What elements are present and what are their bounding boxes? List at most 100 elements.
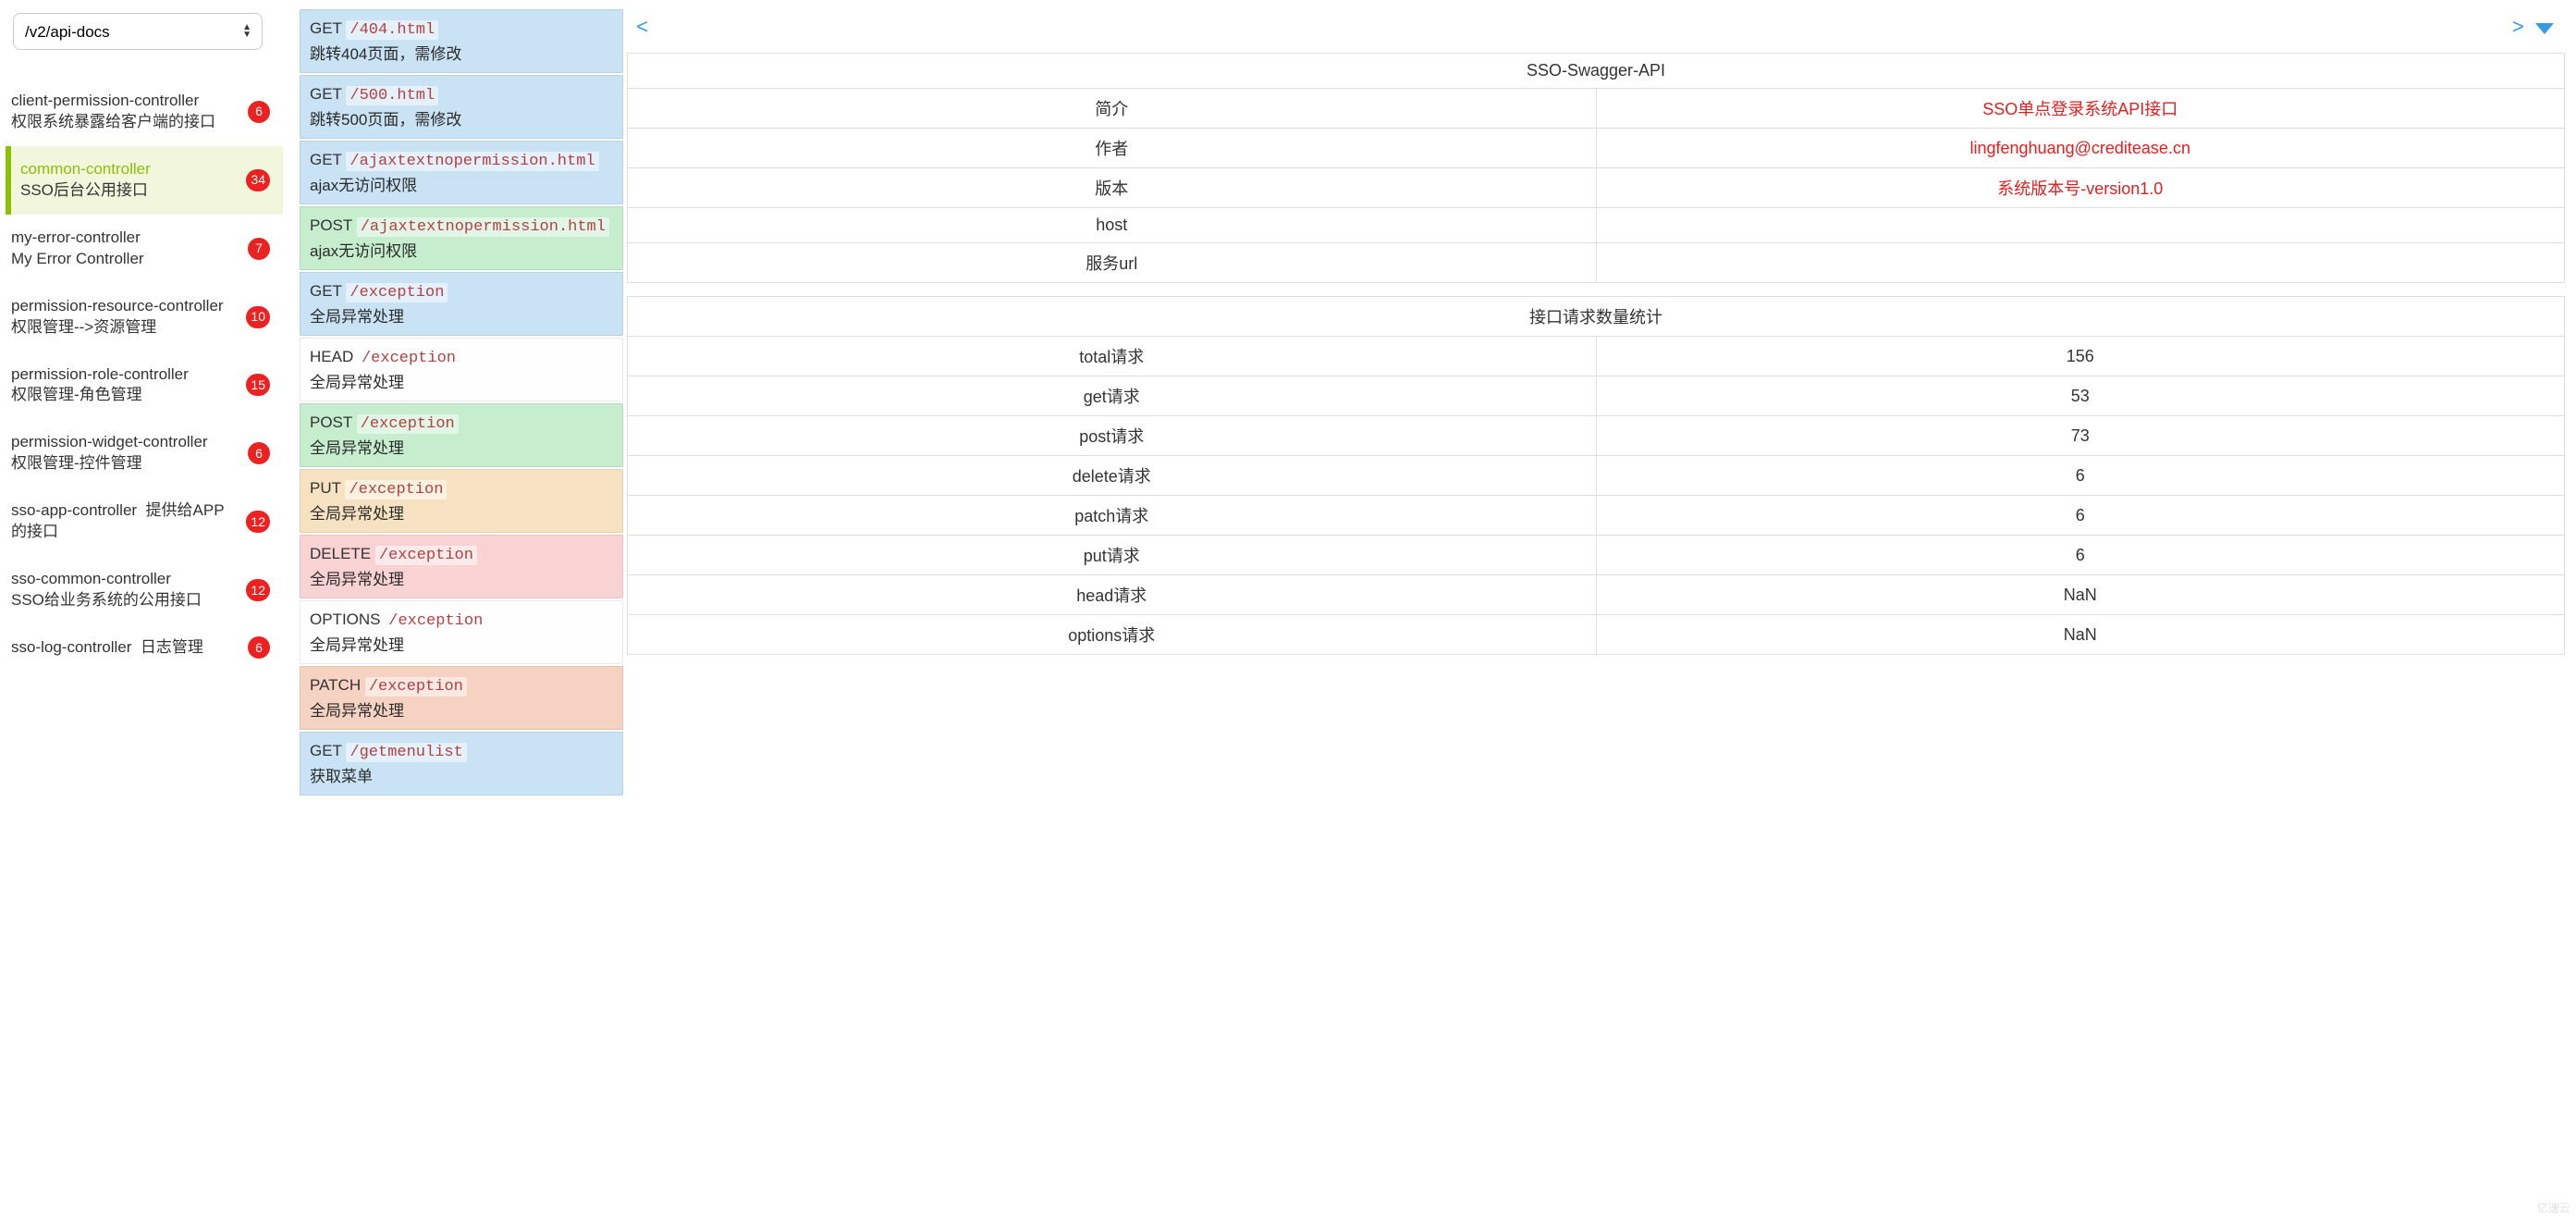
endpoint-item[interactable]: GET /exception 全局异常处理	[300, 272, 623, 336]
stats-value: NaN	[1596, 575, 2565, 615]
controller-desc: 日志管理	[141, 638, 203, 656]
http-method: GET	[310, 19, 342, 37]
api-info-table: SSO-Swagger-API 简介SSO单点登录系统API接口作者lingfe…	[627, 53, 2565, 283]
table-row: 服务url	[628, 243, 2565, 283]
endpoint-item[interactable]: DELETE /exception全局异常处理	[300, 535, 623, 598]
controller-item[interactable]: permission-resource-controller权限管理-->资源管…	[6, 283, 283, 352]
endpoint-item[interactable]: POST /ajaxtextnopermission.htmlajax无访问权限	[300, 206, 623, 270]
controller-item[interactable]: sso-app-controller 提供给APP的接口12	[6, 487, 283, 556]
endpoint-path: /exception	[385, 611, 486, 631]
controller-desc: 权限系统暴露给客户端的接口	[11, 112, 237, 133]
http-method: PATCH	[310, 676, 361, 694]
endpoint-desc: 全局异常处理	[310, 568, 613, 592]
controller-desc: SSO后台公用接口	[20, 180, 237, 202]
endpoint-item[interactable]: GET /ajaxtextnopermission.htmlajax无访问权限	[300, 141, 623, 204]
http-method: GET	[310, 282, 342, 300]
controller-desc: 权限管理-角色管理	[11, 385, 237, 406]
http-method: POST	[310, 413, 352, 431]
next-button[interactable]: >	[2512, 17, 2524, 40]
table-row: get请求53	[628, 376, 2565, 416]
api-docs-select[interactable]: /v2/api-docs	[13, 13, 263, 50]
endpoint-desc: ajax无访问权限	[310, 174, 613, 198]
http-method: OPTIONS	[310, 610, 381, 628]
info-value	[1596, 243, 2565, 283]
endpoint-desc: 全局异常处理	[310, 305, 613, 329]
endpoint-path: /404.html	[346, 20, 438, 40]
stats-label: put请求	[628, 536, 1597, 575]
http-method: PUT	[310, 479, 341, 497]
detail-toolbar: < >	[627, 11, 2565, 53]
endpoint-item[interactable]: GET /500.html跳转500页面，需修改	[300, 75, 623, 139]
endpoint-desc: 跳转404页面，需修改	[310, 43, 613, 67]
controller-item[interactable]: permission-role-controller权限管理-角色管理 15	[6, 352, 283, 420]
table-row: 简介SSO单点登录系统API接口	[628, 89, 2565, 129]
controller-desc: 权限管理-->资源管理	[11, 317, 237, 339]
detail-toolbar-right: >	[2512, 17, 2554, 40]
info-label: 作者	[628, 129, 1597, 168]
stats-label: post请求	[628, 416, 1597, 456]
detail-panel: < > SSO-Swagger-API 简介SSO单点登录系统API接口作者li…	[623, 0, 2576, 1221]
endpoint-desc: 获取菜单	[310, 765, 613, 789]
stats-label: options请求	[628, 615, 1597, 655]
table-row: options请求NaN	[628, 615, 2565, 655]
endpoint-path: /500.html	[346, 86, 438, 105]
table-row: put请求6	[628, 536, 2565, 575]
endpoint-path: /exception	[358, 349, 460, 368]
controller-name: my-error-controller	[11, 228, 237, 249]
controller-name: client-permission-controller	[11, 91, 237, 112]
controller-item[interactable]: permission-widget-controller权限管理-控件管理6	[6, 419, 283, 487]
api-docs-select-wrap: /v2/api-docs ▲▼	[13, 13, 263, 50]
controller-item[interactable]: client-permission-controller权限系统暴露给客户端的接…	[6, 78, 283, 146]
controller-item[interactable]: sso-log-controller 日志管理 6	[6, 624, 283, 672]
table-row: 版本系统版本号-version1.0	[628, 168, 2565, 208]
controller-name: sso-log-controller	[11, 638, 131, 656]
endpoint-item[interactable]: HEAD /exception 全局异常处理	[300, 338, 623, 401]
stats-value: NaN	[1596, 615, 2565, 655]
count-badge: 12	[246, 511, 270, 533]
controller-item[interactable]: common-controllerSSO后台公用接口34	[6, 146, 283, 215]
endpoint-desc: 全局异常处理	[310, 371, 613, 395]
info-value: 系统版本号-version1.0	[1596, 168, 2565, 208]
endpoint-item[interactable]: GET /404.html 跳转404页面，需修改	[300, 9, 623, 73]
endpoint-item[interactable]: PUT /exception全局异常处理	[300, 469, 623, 533]
info-label: host	[628, 208, 1597, 243]
table-row: post请求73	[628, 416, 2565, 456]
table-row: 作者lingfenghuang@creditease.cn	[628, 129, 2565, 168]
endpoint-path: /exception	[346, 283, 448, 302]
table-row: patch请求6	[628, 496, 2565, 536]
stats-value: 6	[1596, 536, 2565, 575]
info-label: 版本	[628, 168, 1597, 208]
stats-value: 73	[1596, 416, 2565, 456]
count-badge: 15	[246, 374, 270, 396]
controller-list: client-permission-controller权限系统暴露给客户端的接…	[13, 78, 296, 672]
controller-name: permission-widget-controller	[11, 432, 237, 453]
controller-desc: SSO给业务系统的公用接口	[11, 590, 237, 611]
count-badge: 10	[246, 306, 270, 328]
endpoint-desc: ajax无访问权限	[310, 240, 613, 264]
controller-name: sso-app-controller	[11, 501, 137, 519]
count-badge: 6	[248, 636, 270, 659]
endpoints-panel: GET /404.html 跳转404页面，需修改 GET /500.html跳转5…	[300, 0, 623, 1221]
controller-name: sso-common-controller	[11, 569, 237, 590]
http-method: GET	[310, 742, 342, 759]
http-method: GET	[310, 85, 342, 103]
controller-name: permission-role-controller	[11, 364, 237, 386]
info-value: SSO单点登录系统API接口	[1596, 89, 2565, 129]
http-method: GET	[310, 151, 342, 168]
endpoint-item[interactable]: PATCH /exception全局异常处理	[300, 666, 623, 730]
endpoint-item[interactable]: OPTIONS /exception全局异常处理	[300, 600, 623, 664]
table-row: host	[628, 208, 2565, 243]
controller-name: common-controller	[20, 159, 237, 180]
sidebar: /v2/api-docs ▲▼ client-permission-contro…	[0, 0, 300, 1221]
endpoint-item[interactable]: GET /getmenulist获取菜单	[300, 732, 623, 796]
stats-header: 接口请求数量统计	[628, 297, 2565, 337]
endpoint-item[interactable]: POST /exception全局异常处理	[300, 403, 623, 467]
dropdown-toggle-icon[interactable]	[2535, 23, 2554, 34]
http-method: HEAD	[310, 348, 353, 365]
endpoint-desc: 全局异常处理	[310, 699, 613, 723]
controller-item[interactable]: sso-common-controllerSSO给业务系统的公用接口12	[6, 556, 283, 624]
table-row: total请求156	[628, 337, 2565, 376]
api-info-header: SSO-Swagger-API	[628, 54, 2565, 89]
prev-button[interactable]: <	[636, 17, 648, 40]
controller-item[interactable]: my-error-controllerMy Error Controller7	[6, 215, 283, 283]
